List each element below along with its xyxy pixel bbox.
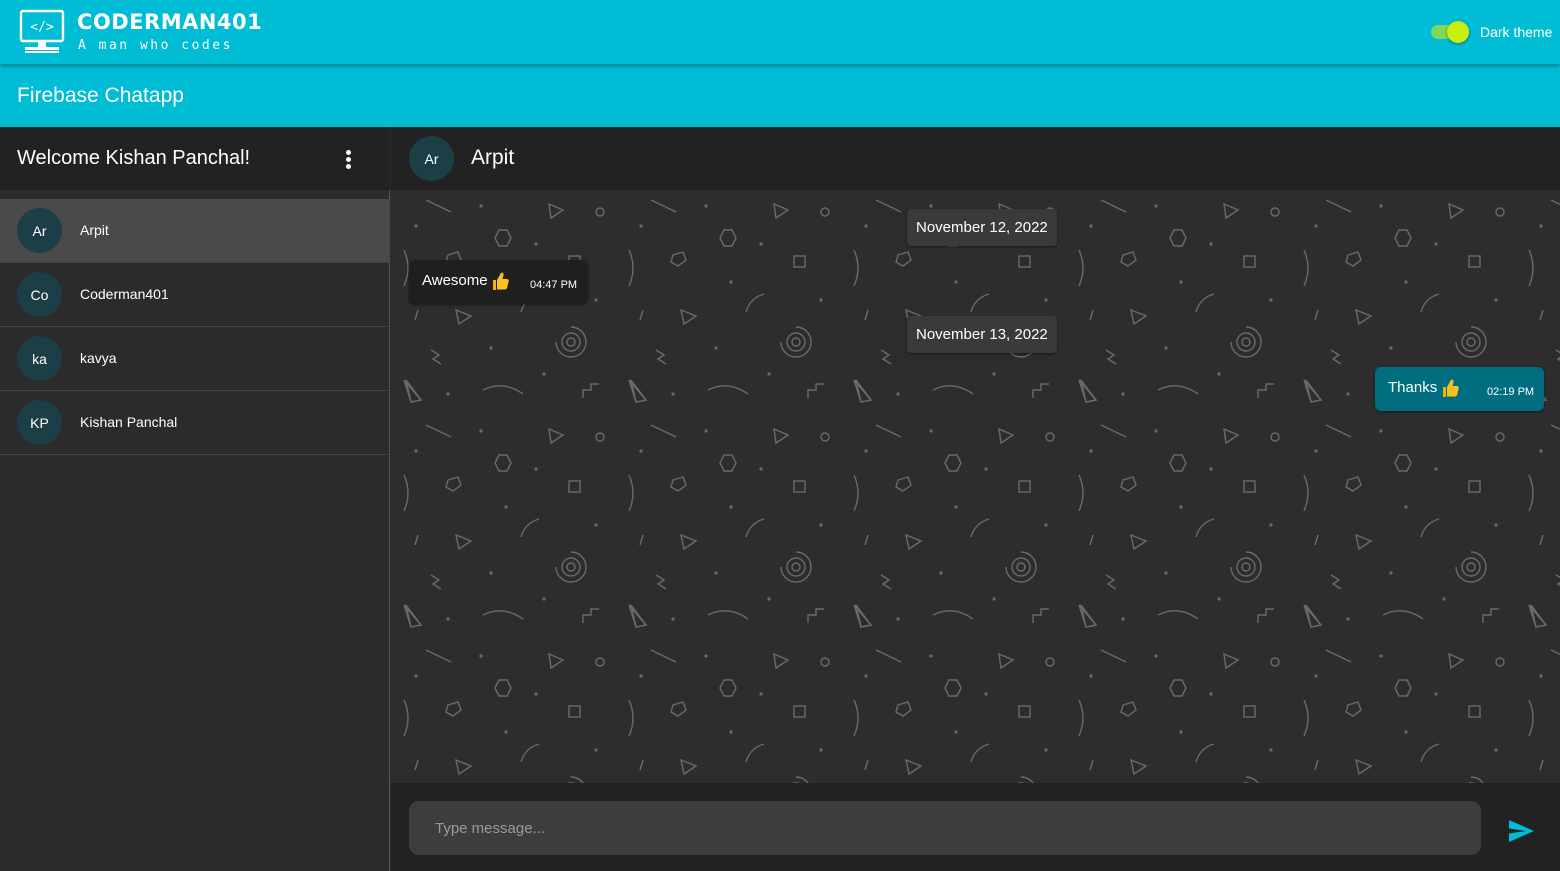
- svg-text:</>: </>: [30, 20, 54, 35]
- theme-toggle[interactable]: [1429, 21, 1473, 43]
- top-app-bar: </> CODERMAN401 A man who codes Dark the…: [0, 0, 1560, 64]
- message-composer: [391, 783, 1560, 871]
- app-title: Firebase Chatapp: [17, 84, 184, 107]
- toggle-knob[interactable]: [1447, 21, 1469, 43]
- chat-panel: Ar Arpit November 12, 2022 Awesome 04:47…: [391, 127, 1560, 871]
- contacts-sidebar: Welcome Kishan Panchal! Ar Arpit Co Code…: [0, 127, 390, 871]
- message-area[interactable]: November 12, 2022 Awesome 04:47 PM Novem…: [391, 190, 1560, 783]
- more-vert-icon[interactable]: [338, 147, 360, 171]
- welcome-text: Welcome Kishan Panchal!: [17, 147, 251, 169]
- message-bubble-outgoing[interactable]: Thanks 02:19 PM: [1375, 367, 1544, 411]
- chat-contact-name: Arpit: [471, 146, 515, 169]
- avatar: KP: [17, 400, 62, 445]
- contact-name: Kishan Panchal: [80, 414, 178, 430]
- message-text: Awesome: [422, 272, 488, 289]
- brand-tagline: A man who codes: [78, 38, 233, 53]
- contact-item-kavya[interactable]: ka kavya: [0, 327, 390, 391]
- code-monitor-icon: </>: [19, 9, 65, 53]
- date-divider: November 13, 2022: [907, 316, 1057, 353]
- message-time: 04:47 PM: [530, 279, 578, 291]
- avatar: ka: [17, 336, 62, 381]
- contact-item-arpit[interactable]: Ar Arpit: [0, 199, 390, 263]
- thumbs-up-icon: [1443, 379, 1459, 397]
- contact-name: Arpit: [80, 222, 109, 238]
- avatar: Co: [17, 272, 62, 317]
- contact-list: Ar Arpit Co Coderman401 ka kavya KP Kish…: [0, 199, 390, 455]
- theme-toggle-label: Dark theme: [1480, 24, 1553, 40]
- brand-name: CODERMAN401: [77, 10, 263, 34]
- avatar: Ar: [17, 208, 62, 253]
- date-divider: November 12, 2022: [907, 209, 1057, 246]
- contact-name: Coderman401: [80, 286, 169, 302]
- contact-item-kishan-panchal[interactable]: KP Kishan Panchal: [0, 391, 390, 455]
- thumbs-up-icon: [493, 272, 509, 290]
- contact-item-coderman401[interactable]: Co Coderman401: [0, 263, 390, 327]
- chat-header: Ar Arpit: [391, 127, 1560, 190]
- message-text: Thanks: [1388, 379, 1438, 396]
- avatar: Ar: [409, 136, 454, 181]
- contact-name: kavya: [80, 350, 117, 366]
- sidebar-header: Welcome Kishan Panchal!: [0, 127, 390, 190]
- app-title-bar: Firebase Chatapp: [0, 64, 1560, 127]
- message-input[interactable]: [409, 801, 1481, 855]
- message-bubble-incoming[interactable]: Awesome 04:47 PM: [409, 260, 588, 304]
- message-time: 02:19 PM: [1487, 386, 1535, 398]
- send-icon[interactable]: [1508, 820, 1534, 842]
